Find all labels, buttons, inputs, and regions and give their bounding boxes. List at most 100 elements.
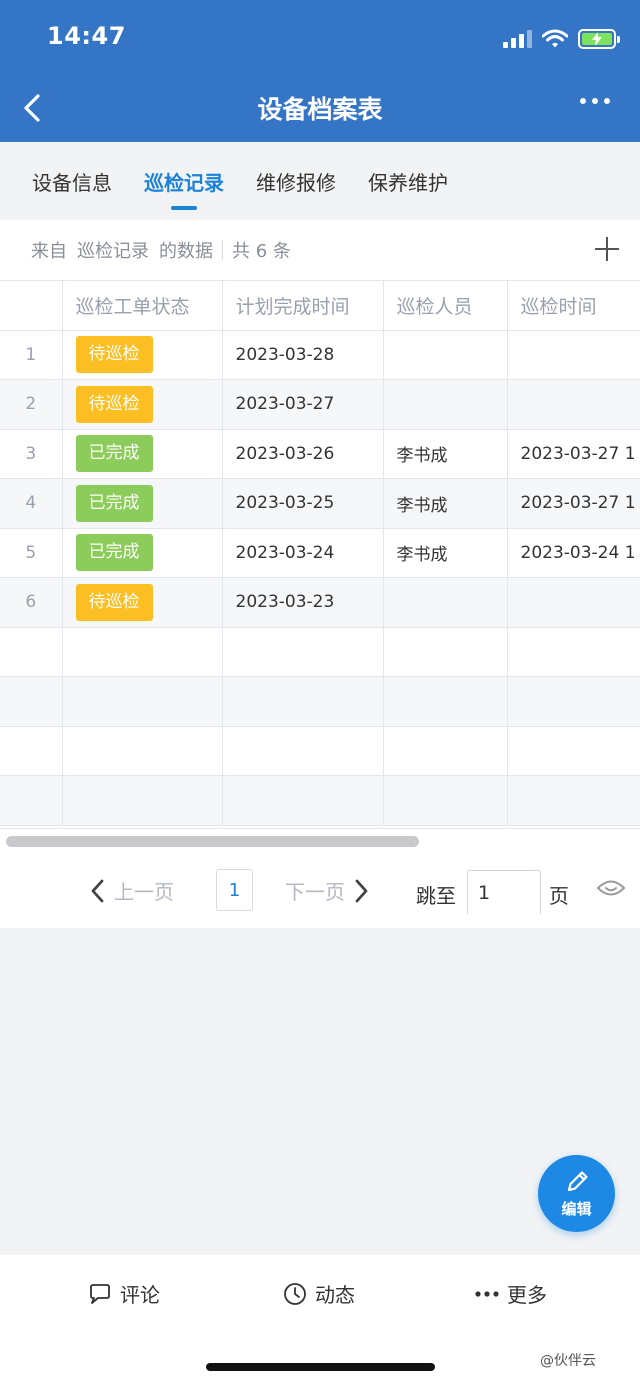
inspection-time-cell[interactable] bbox=[507, 379, 640, 430]
inspector-cell[interactable]: 李书成 bbox=[383, 429, 508, 479]
plan-time-cell[interactable] bbox=[222, 627, 384, 677]
prev-page-label: 上一页 bbox=[114, 880, 174, 904]
status-badge: 待巡检 bbox=[75, 583, 153, 621]
inspector-cell[interactable] bbox=[383, 627, 508, 677]
table-row[interactable]: 6 待巡检 2023-03-23 bbox=[0, 577, 640, 628]
watermark: @伙伴云 bbox=[540, 1353, 596, 1369]
status-icons bbox=[503, 26, 620, 52]
status-cell[interactable]: 待巡检 bbox=[62, 330, 223, 380]
inspector-cell[interactable]: 李书成 bbox=[383, 528, 508, 578]
activity-label: 动态 bbox=[315, 1283, 355, 1307]
inspector-cell[interactable] bbox=[383, 577, 508, 628]
prev-page-button[interactable]: 上一页 bbox=[90, 876, 174, 905]
header-row-number bbox=[0, 281, 63, 331]
tab-bar: 设备信息 巡检记录 维修报修 保养维护 bbox=[0, 142, 640, 220]
dot-icon bbox=[604, 98, 610, 104]
row-number: 5 bbox=[0, 528, 63, 578]
edit-label: 编辑 bbox=[561, 1200, 592, 1218]
table-row[interactable]: 3 已完成 2023-03-26 李书成 2023-03-27 1 bbox=[0, 429, 640, 479]
home-indicator bbox=[206, 1363, 435, 1371]
source-bar: 来自 巡检记录 的数据 共 6 条 bbox=[0, 220, 640, 280]
inspector-cell[interactable] bbox=[383, 330, 508, 380]
add-record-button[interactable] bbox=[594, 236, 620, 262]
next-page-label: 下一页 bbox=[285, 880, 345, 904]
edit-button[interactable]: 编辑 bbox=[538, 1155, 615, 1232]
plan-time-cell[interactable] bbox=[222, 726, 384, 776]
status-cell[interactable] bbox=[62, 775, 223, 826]
header-plan-time[interactable]: 计划完成时间 bbox=[222, 281, 384, 331]
tab-repair[interactable]: 维修报修 bbox=[240, 142, 352, 220]
table-row[interactable]: 1 待巡检 2023-03-28 bbox=[0, 330, 640, 380]
inspection-time-cell[interactable] bbox=[507, 330, 640, 380]
inspection-time-cell[interactable] bbox=[507, 676, 640, 727]
more-menu-button[interactable] bbox=[580, 98, 610, 104]
status-cell[interactable]: 已完成 bbox=[62, 429, 223, 479]
plan-time-cell[interactable] bbox=[222, 676, 384, 727]
plan-time-cell[interactable] bbox=[222, 775, 384, 826]
plan-time-cell[interactable]: 2023-03-26 bbox=[222, 429, 384, 479]
ellipsis-icon bbox=[475, 1290, 499, 1297]
table-row[interactable]: 4 已完成 2023-03-25 李书成 2023-03-27 1 bbox=[0, 478, 640, 529]
bottom-action-bar: 评论 动态 更多 @伙伴云 bbox=[0, 1255, 640, 1385]
tab-maintenance[interactable]: 保养维护 bbox=[352, 142, 464, 220]
status-cell[interactable]: 待巡检 bbox=[62, 577, 223, 628]
inspection-time-cell[interactable] bbox=[507, 577, 640, 628]
plan-time-cell[interactable]: 2023-03-25 bbox=[222, 478, 384, 529]
next-page-button[interactable]: 下一页 bbox=[285, 876, 369, 905]
table-header-row: 巡检工单状态 计划完成时间 巡检人员 巡检时间 bbox=[0, 281, 640, 331]
jump-label: 跳至 bbox=[416, 884, 456, 908]
tab-device-info[interactable]: 设备信息 bbox=[16, 142, 128, 220]
inspector-cell[interactable] bbox=[383, 379, 508, 430]
jump-page-input[interactable] bbox=[467, 870, 541, 914]
source-suffix: 的数据 bbox=[159, 241, 213, 262]
table-row[interactable] bbox=[0, 775, 640, 826]
table-row[interactable]: 5 已完成 2023-03-24 李书成 2023-03-24 1 bbox=[0, 528, 640, 578]
status-cell[interactable]: 已完成 bbox=[62, 528, 223, 578]
header-inspector[interactable]: 巡检人员 bbox=[383, 281, 508, 331]
table-row[interactable] bbox=[0, 726, 640, 776]
more-button[interactable]: 更多 bbox=[475, 1279, 547, 1308]
chevron-right-icon bbox=[355, 879, 368, 902]
plan-time-cell[interactable]: 2023-03-28 bbox=[222, 330, 384, 380]
inspection-time-cell[interactable] bbox=[507, 627, 640, 677]
table-row[interactable] bbox=[0, 627, 640, 677]
chevron-left-icon bbox=[91, 879, 104, 902]
status-badge: 待巡检 bbox=[75, 385, 153, 423]
status-cell[interactable] bbox=[62, 627, 223, 677]
status-cell[interactable] bbox=[62, 676, 223, 727]
comment-button[interactable]: 评论 bbox=[88, 1279, 160, 1308]
tab-inspection-records[interactable]: 巡检记录 bbox=[128, 142, 240, 220]
status-cell[interactable]: 已完成 bbox=[62, 478, 223, 529]
plan-time-cell[interactable]: 2023-03-24 bbox=[222, 528, 384, 578]
inspection-time-cell[interactable]: 2023-03-24 1 bbox=[507, 528, 640, 578]
current-page[interactable]: 1 bbox=[216, 869, 253, 911]
inspection-time-cell[interactable] bbox=[507, 726, 640, 776]
activity-button[interactable]: 动态 bbox=[283, 1279, 355, 1308]
page-unit-label: 页 bbox=[549, 884, 569, 908]
scrollbar-thumb[interactable] bbox=[6, 836, 419, 847]
header-inspection-time[interactable]: 巡检时间 bbox=[507, 281, 640, 331]
status-cell[interactable] bbox=[62, 726, 223, 776]
page-title: 设备档案表 bbox=[257, 95, 383, 124]
inspection-time-cell[interactable] bbox=[507, 775, 640, 826]
status-cell[interactable]: 待巡检 bbox=[62, 379, 223, 430]
inspection-time-cell[interactable]: 2023-03-27 1 bbox=[507, 478, 640, 529]
header-status[interactable]: 巡检工单状态 bbox=[62, 281, 223, 331]
eye-icon[interactable] bbox=[596, 878, 626, 898]
plan-time-cell[interactable]: 2023-03-27 bbox=[222, 379, 384, 430]
inspector-cell[interactable] bbox=[383, 676, 508, 727]
status-badge: 已完成 bbox=[75, 484, 153, 522]
inspection-time-cell[interactable]: 2023-03-27 1 bbox=[507, 429, 640, 479]
horizontal-scrollbar bbox=[0, 828, 640, 852]
table-row[interactable]: 2 待巡检 2023-03-27 bbox=[0, 379, 640, 430]
table-row[interactable] bbox=[0, 676, 640, 727]
source-name[interactable]: 巡检记录 bbox=[77, 237, 149, 263]
wifi-icon bbox=[542, 29, 568, 48]
inspector-cell[interactable]: 李书成 bbox=[383, 478, 508, 529]
inspector-cell[interactable] bbox=[383, 726, 508, 776]
inspector-cell[interactable] bbox=[383, 775, 508, 826]
plan-time-cell[interactable]: 2023-03-23 bbox=[222, 577, 384, 628]
battery-icon bbox=[578, 29, 620, 49]
row-number: 3 bbox=[0, 429, 63, 479]
records-table[interactable]: 巡检工单状态 计划完成时间 巡检人员 巡检时间 1 待巡检 2023-03-28 2 待… bbox=[0, 280, 640, 828]
